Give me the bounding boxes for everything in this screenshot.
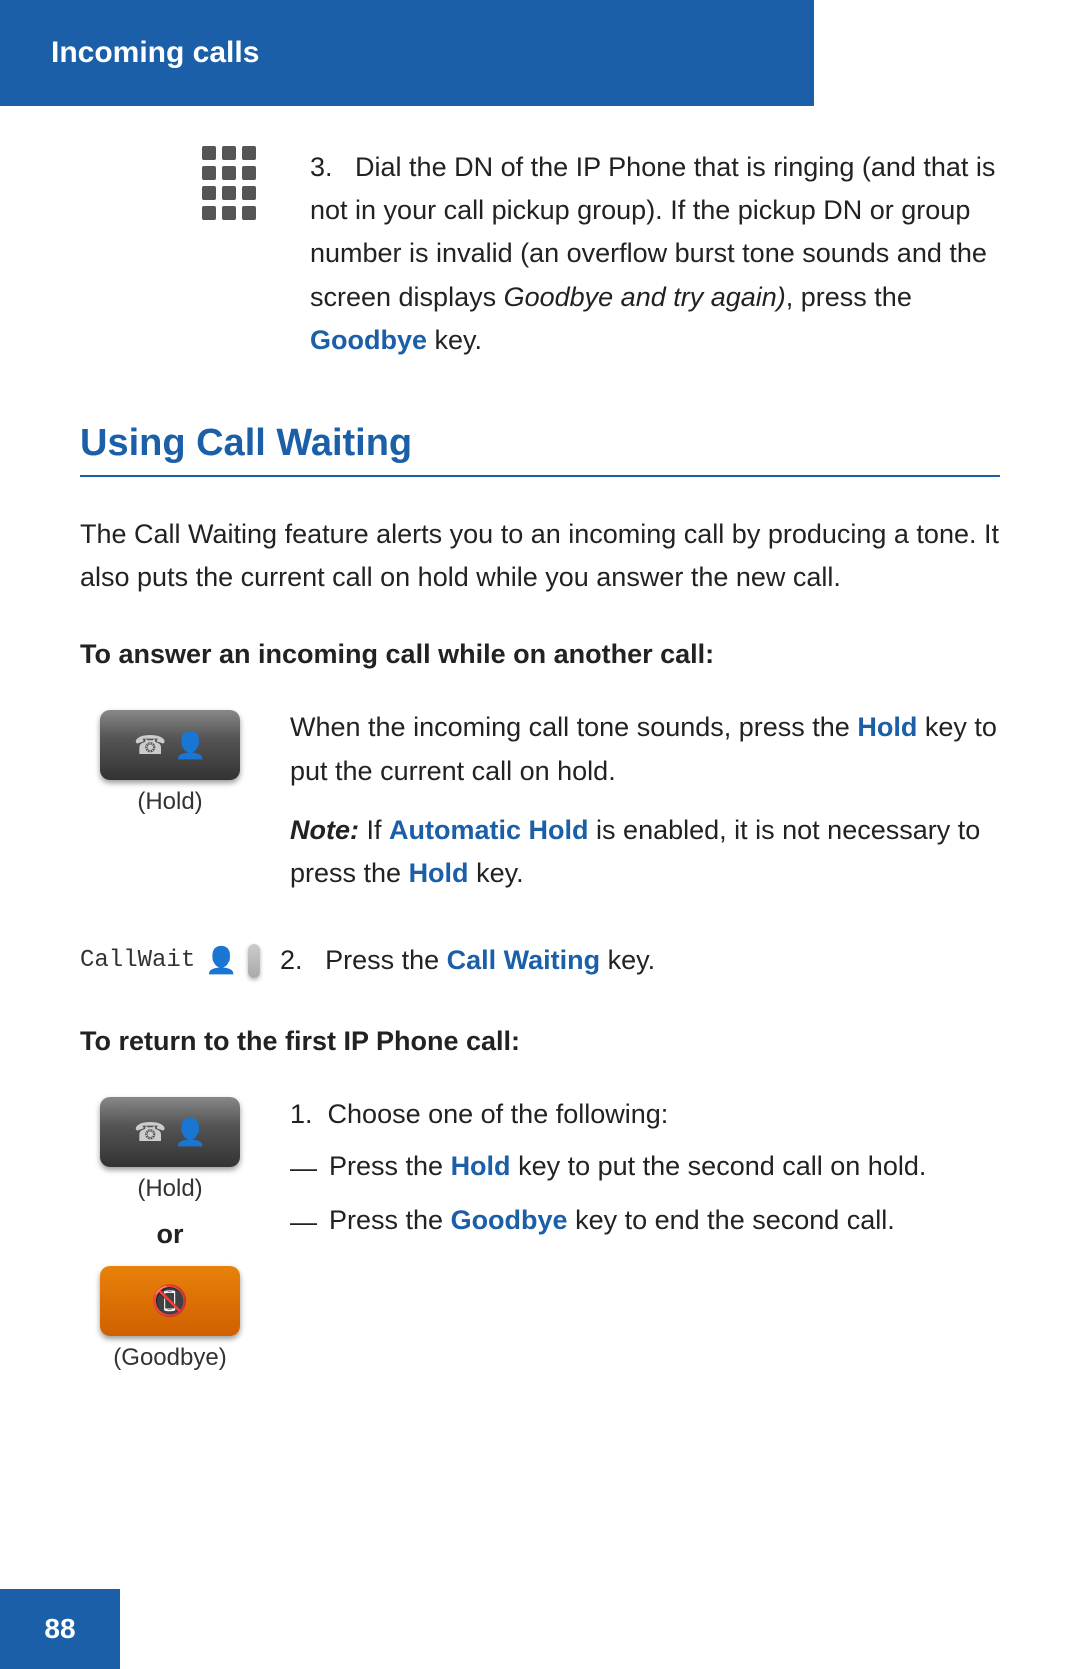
automatic-hold-link: Automatic Hold [389,815,589,845]
step3-text-after: , press the [786,282,912,312]
callwait-label: CallWait [80,947,195,974]
keypad-icon [180,146,280,222]
bullet-item-hold: — Press the Hold key to put the second c… [290,1146,1000,1190]
return-subheading: To return to the first IP Phone call: [80,1026,1000,1057]
person-icon-hold: 👤 [174,730,206,761]
hold-key-label: (Hold) [137,788,202,816]
step3-end: key. [427,325,482,355]
hold-link-bullet1: Hold [451,1151,511,1181]
hold-key-button-return: ☎ 👤 [100,1097,240,1167]
person-icon-hold-return: 👤 [174,1117,206,1148]
callwait-person-icon: 👤 [205,945,237,976]
callwait-icon-group: CallWait 👤 [80,944,260,978]
page-number: 88 [44,1613,75,1645]
step1-answer-text: When the incoming call tone sounds, pres… [290,706,1000,895]
return-step1-intro: 1. Choose one of the following: [290,1093,1000,1136]
bullet-goodbye-text: Press the Goodbye key to end the second … [329,1200,895,1242]
return-step-text: 1. Choose one of the following: — Press … [290,1093,1000,1254]
section-heading: Using Call Waiting [80,422,1000,477]
call-waiting-link: Call Waiting [447,945,601,975]
bullet-item-goodbye: — Press the Goodbye key to end the secon… [290,1200,1000,1244]
main-content: 3. Dial the DN of the IP Phone that is r… [0,106,1080,1456]
phone-icon-hold: ☎ [134,730,166,761]
step3-content: 3. Dial the DN of the IP Phone that is r… [310,146,1000,362]
callwait-button-graphic [248,944,260,978]
step1-answer-block: ☎ 👤 (Hold) When the incoming call tone s… [80,706,1000,895]
or-label: or [157,1219,184,1250]
hold-key-button: ☎ 👤 [100,710,240,780]
return-bullet-list: — Press the Hold key to put the second c… [290,1146,1000,1244]
bullet-dash-2: — [290,1202,317,1244]
bullet-hold-text: Press the Hold key to put the second cal… [329,1146,926,1188]
phone-icon-hold-return: ☎ [134,1117,166,1148]
section-intro: The Call Waiting feature alerts you to a… [80,513,1000,599]
goodbye-key-button: 📵 [100,1266,240,1336]
return-icon-group: ☎ 👤 (Hold) or 📵 (Goodbye) [80,1093,260,1372]
hold-key-label-return: (Hold) [137,1175,202,1203]
hold-link-step1: Hold [857,712,917,742]
page-header-title: Incoming calls [51,36,259,70]
goodbye-key-label: (Goodbye) [113,1344,226,1372]
note-block: Note: If Automatic Hold is enabled, it i… [290,809,1000,895]
note-label: Note: [290,815,359,845]
step3-italic: Goodbye and try again) [504,282,786,312]
return-step-block: ☎ 👤 (Hold) or 📵 (Goodbye) 1. Choose one … [80,1093,1000,1372]
header-bar: Incoming calls [0,0,814,106]
goodbye-link-bullet2: Goodbye [451,1205,568,1235]
goodbye-link-step3: Goodbye [310,325,427,355]
answer-subheading: To answer an incoming call while on anot… [80,639,1000,670]
bullet-dash-1: — [290,1148,317,1190]
step3-block: 3. Dial the DN of the IP Phone that is r… [80,146,1000,362]
hold-key-icon-group: ☎ 👤 (Hold) [80,706,260,816]
page-footer: 88 [0,1589,120,1669]
step3-text: 3. Dial the DN of the IP Phone that is r… [310,146,1000,362]
phone-end-icon: 📵 [151,1284,188,1319]
step3-number: 3. [310,152,333,182]
callwait-step-text: 2. Press the Call Waiting key. [280,939,1000,982]
step1-para: When the incoming call tone sounds, pres… [290,706,1000,792]
callwait-row: CallWait 👤 2. Press the Call Waiting key… [80,939,1000,982]
hold-link-note: Hold [409,858,469,888]
